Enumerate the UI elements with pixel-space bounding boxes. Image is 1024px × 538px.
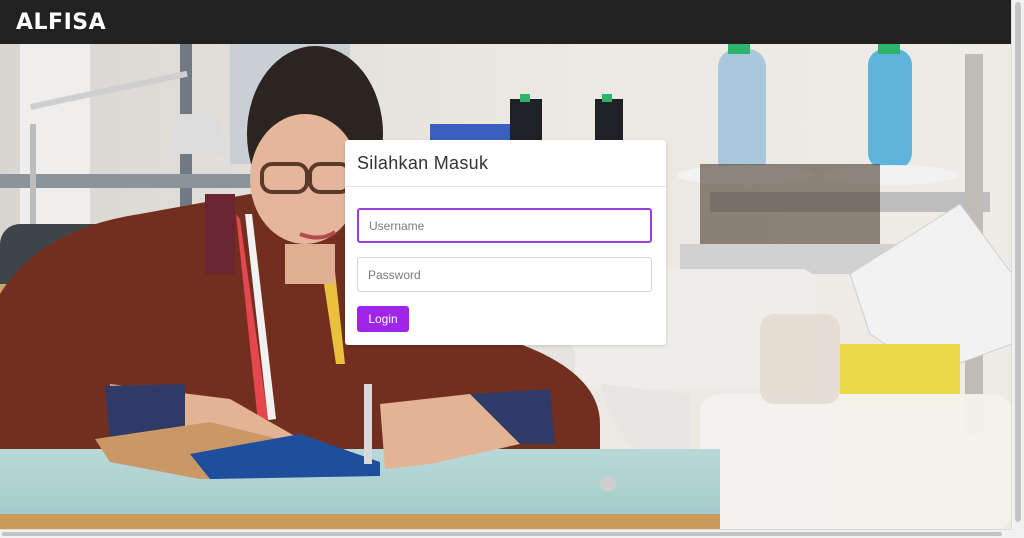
password-input[interactable] bbox=[357, 257, 652, 292]
horizontal-scrollbar[interactable] bbox=[0, 529, 1012, 538]
login-button[interactable]: Login bbox=[357, 306, 409, 332]
username-input[interactable] bbox=[357, 208, 652, 243]
horizontal-scrollbar-thumb[interactable] bbox=[2, 532, 1002, 536]
brand-logo[interactable]: ALFISA bbox=[16, 10, 106, 35]
vertical-scrollbar[interactable] bbox=[1011, 0, 1024, 538]
login-card: Silahkan Masuk Login bbox=[345, 140, 666, 345]
login-title: Silahkan Masuk bbox=[345, 140, 666, 187]
top-navbar: ALFISA bbox=[0, 0, 1012, 44]
vertical-scrollbar-thumb[interactable] bbox=[1015, 2, 1021, 522]
